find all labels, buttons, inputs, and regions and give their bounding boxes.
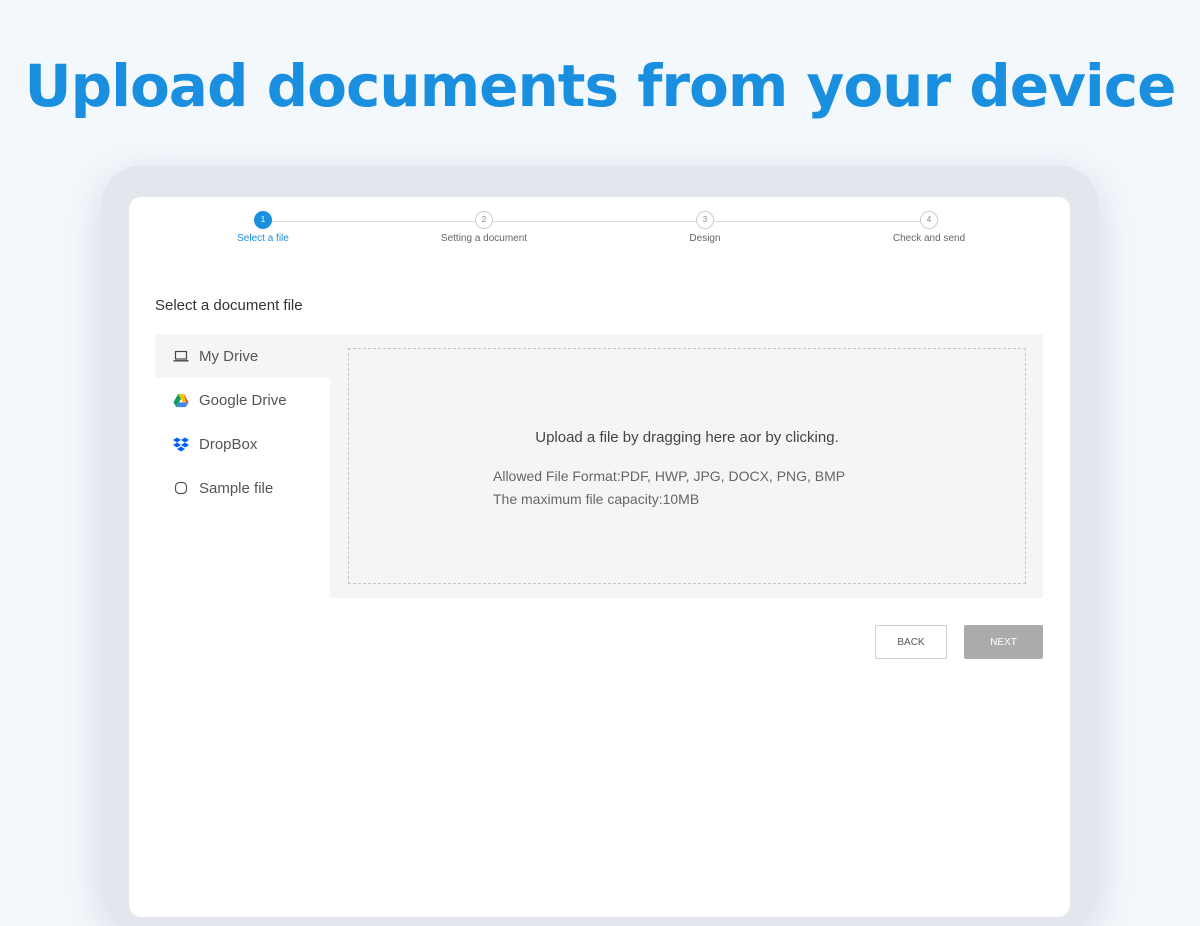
file-dropzone[interactable]: Upload a file by dragging here aor by cl… bbox=[348, 348, 1026, 584]
step-check-and-send: 4 Check and send bbox=[849, 211, 1009, 244]
max-capacity-text: The maximum file capacity:10MB bbox=[493, 491, 700, 507]
next-button[interactable]: NEXT bbox=[964, 625, 1043, 659]
app-screen: 1 Select a file 2 Setting a document 3 D… bbox=[129, 197, 1070, 917]
allowed-formats-text: Allowed File Format:PDF, HWP, JPG, DOCX,… bbox=[493, 468, 846, 484]
step-design: 3 Design bbox=[625, 211, 785, 244]
step-number: 2 bbox=[475, 211, 493, 229]
section-title: Select a document file bbox=[155, 297, 303, 314]
progress-stepper: 1 Select a file 2 Setting a document 3 D… bbox=[129, 197, 1070, 257]
step-setting-document: 2 Setting a document bbox=[404, 211, 564, 244]
page-headline: Upload documents from your device bbox=[24, 52, 1176, 120]
source-label: Sample file bbox=[199, 479, 274, 497]
step-label: Design bbox=[689, 233, 721, 244]
source-label: My Drive bbox=[199, 347, 259, 365]
source-my-drive[interactable]: My Drive bbox=[155, 334, 330, 378]
step-label: Setting a document bbox=[440, 233, 528, 244]
source-list: My Drive Google Drive DropBox Sample fil… bbox=[155, 334, 330, 598]
google-drive-icon bbox=[173, 392, 189, 408]
dropbox-icon bbox=[173, 436, 189, 452]
step-label: Check and send bbox=[892, 233, 966, 244]
source-label: Google Drive bbox=[199, 391, 287, 409]
dropzone-instruction: Upload a file by dragging here aor by cl… bbox=[535, 429, 839, 446]
step-number: 4 bbox=[920, 211, 938, 229]
back-button[interactable]: BACK bbox=[875, 625, 947, 659]
source-google-drive[interactable]: Google Drive bbox=[155, 378, 330, 422]
step-label: Select a file bbox=[237, 233, 289, 244]
step-select-file: 1 Select a file bbox=[183, 211, 343, 244]
step-number: 3 bbox=[696, 211, 714, 229]
step-number: 1 bbox=[254, 211, 272, 229]
source-label: DropBox bbox=[199, 435, 258, 453]
laptop-icon bbox=[173, 348, 189, 364]
source-dropbox[interactable]: DropBox bbox=[155, 422, 330, 466]
sample-file-icon bbox=[173, 480, 189, 496]
upload-panel: My Drive Google Drive DropBox Sample fil… bbox=[155, 334, 1043, 598]
dropzone-info: Allowed File Format:PDF, HWP, JPG, DOCX,… bbox=[493, 465, 845, 511]
source-sample-file[interactable]: Sample file bbox=[155, 466, 330, 510]
